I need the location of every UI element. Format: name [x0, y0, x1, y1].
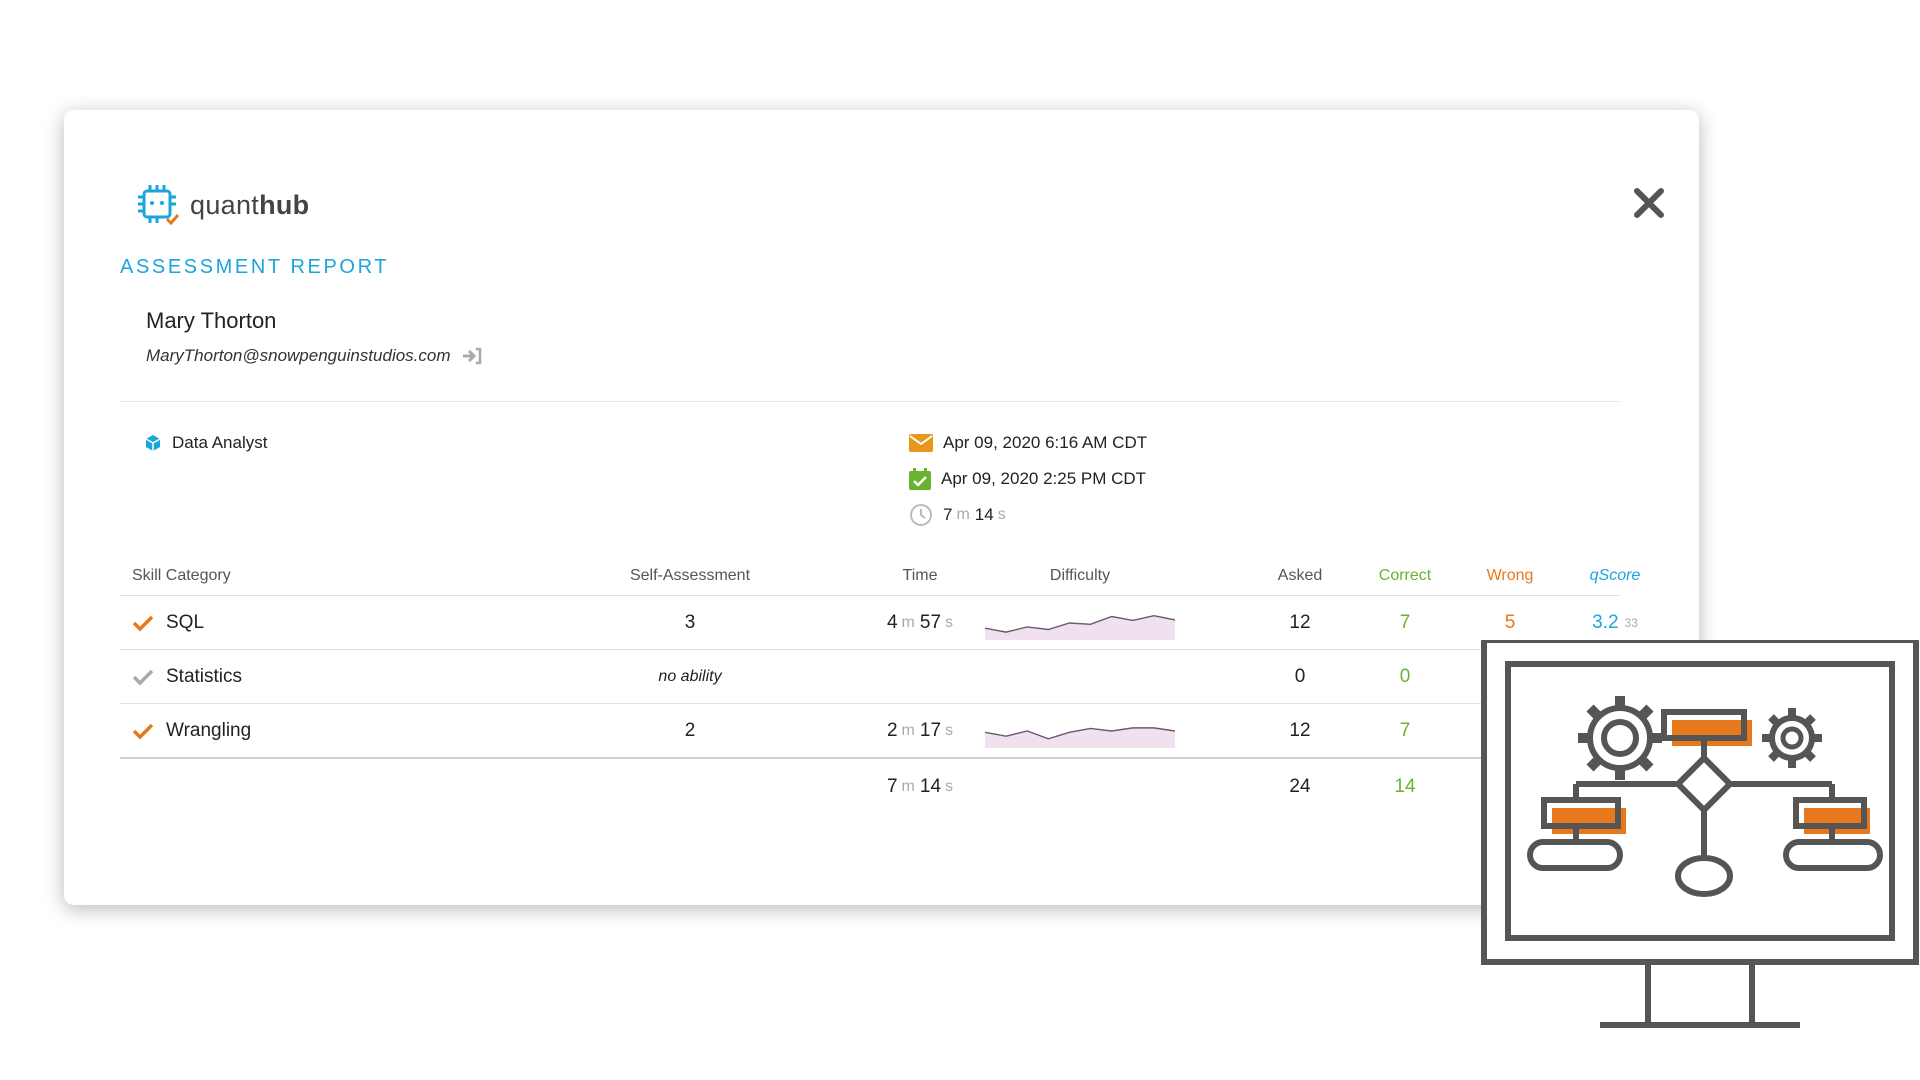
- close-icon[interactable]: [1631, 185, 1667, 221]
- checkmark-icon: [132, 723, 154, 739]
- asked-value: 12: [1289, 719, 1311, 741]
- self-assessment-value: no ability: [658, 667, 722, 685]
- role-text: Data Analyst: [172, 433, 268, 452]
- self-assessment-value: 3: [684, 611, 696, 633]
- totals-row: 7m14s 24 14 10: [120, 759, 1620, 815]
- skills-table: Skill Category Self-Assessment Time Diff…: [120, 557, 1640, 815]
- table-row[interactable]: SQL 3 4 m 57 s 12 7 5 3.2 33: [120, 596, 1638, 650]
- correct-value: 0: [1399, 665, 1411, 687]
- skill-cell: SQL: [132, 596, 204, 649]
- total-asked: 24: [1289, 776, 1311, 797]
- sparkline-area: [985, 615, 1175, 640]
- table-row[interactable]: Wrangling 2 2m17s 12 7 5: [120, 704, 1620, 759]
- header-difficulty[interactable]: Difficulty: [965, 557, 1195, 595]
- brand-name: quanthub: [190, 189, 310, 220]
- cube-icon: [145, 435, 161, 451]
- user-name: Mary Thorton: [146, 308, 277, 333]
- skill-name: SQL: [166, 611, 205, 633]
- skill-name: Statistics: [166, 665, 243, 687]
- header-qscore[interactable]: qScore: [1565, 557, 1665, 595]
- skill-cell: Statistics: [132, 650, 242, 703]
- quanthub-logo: quanthub: [136, 183, 309, 227]
- asked-value: 12: [1289, 611, 1311, 633]
- skill-cell: Wrangling: [132, 704, 251, 757]
- sent-date-text: Apr 09, 2020 6:16 AM CDT: [943, 433, 1148, 452]
- header-wrong[interactable]: Wrong: [1460, 557, 1560, 595]
- envelope-icon: [909, 434, 933, 452]
- completed-date: Apr 09, 2020 2:25 PM CDT: [909, 468, 1146, 490]
- role-label: Data Analyst: [144, 433, 267, 453]
- monitor-flowchart-illustration: [1481, 640, 1919, 1028]
- self-assessment-value: 2: [684, 719, 696, 741]
- header-asked[interactable]: Asked: [1250, 557, 1350, 595]
- sent-date: Apr 09, 2020 6:16 AM CDT: [909, 433, 1147, 453]
- total-duration: 7 m 14 s: [909, 503, 1006, 527]
- difficulty-sparkline: [965, 596, 1195, 649]
- completed-date-text: Apr 09, 2020 2:25 PM CDT: [941, 469, 1147, 488]
- asked-value: 0: [1294, 665, 1306, 687]
- header-correct[interactable]: Correct: [1355, 557, 1455, 595]
- total-time: 7 m 14 s: [886, 776, 954, 797]
- total-correct: 14: [1394, 776, 1416, 797]
- user-email: MaryThorton@snowpenguinstudios.com: [146, 346, 483, 366]
- section-divider: [120, 401, 1620, 402]
- user-email-text: MaryThorton@snowpenguinstudios.com: [146, 346, 451, 365]
- page-title: ASSESSMENT REPORT: [120, 256, 390, 278]
- table-header: Skill Category Self-Assessment Time Diff…: [120, 557, 1640, 596]
- correct-value: 7: [1399, 611, 1411, 633]
- skill-name: Wrangling: [166, 719, 252, 741]
- table-row[interactable]: Statistics no ability 0 0 0: [120, 650, 1620, 704]
- chip-logo-icon: [138, 185, 180, 226]
- assessment-report-card: quanthub ASSESSMENT REPORT Mary Thorton …: [64, 110, 1699, 905]
- correct-value: 7: [1399, 719, 1411, 741]
- login-arrow-icon[interactable]: [461, 347, 483, 365]
- checkmark-icon: [132, 615, 154, 631]
- calendar-check-icon: [909, 468, 931, 490]
- header-skill[interactable]: Skill Category: [132, 557, 231, 595]
- difficulty-sparkline: [965, 704, 1195, 757]
- header-self-assessment[interactable]: Self-Assessment: [590, 557, 790, 595]
- clock-icon: [910, 504, 932, 526]
- checkmark-icon: [132, 669, 154, 685]
